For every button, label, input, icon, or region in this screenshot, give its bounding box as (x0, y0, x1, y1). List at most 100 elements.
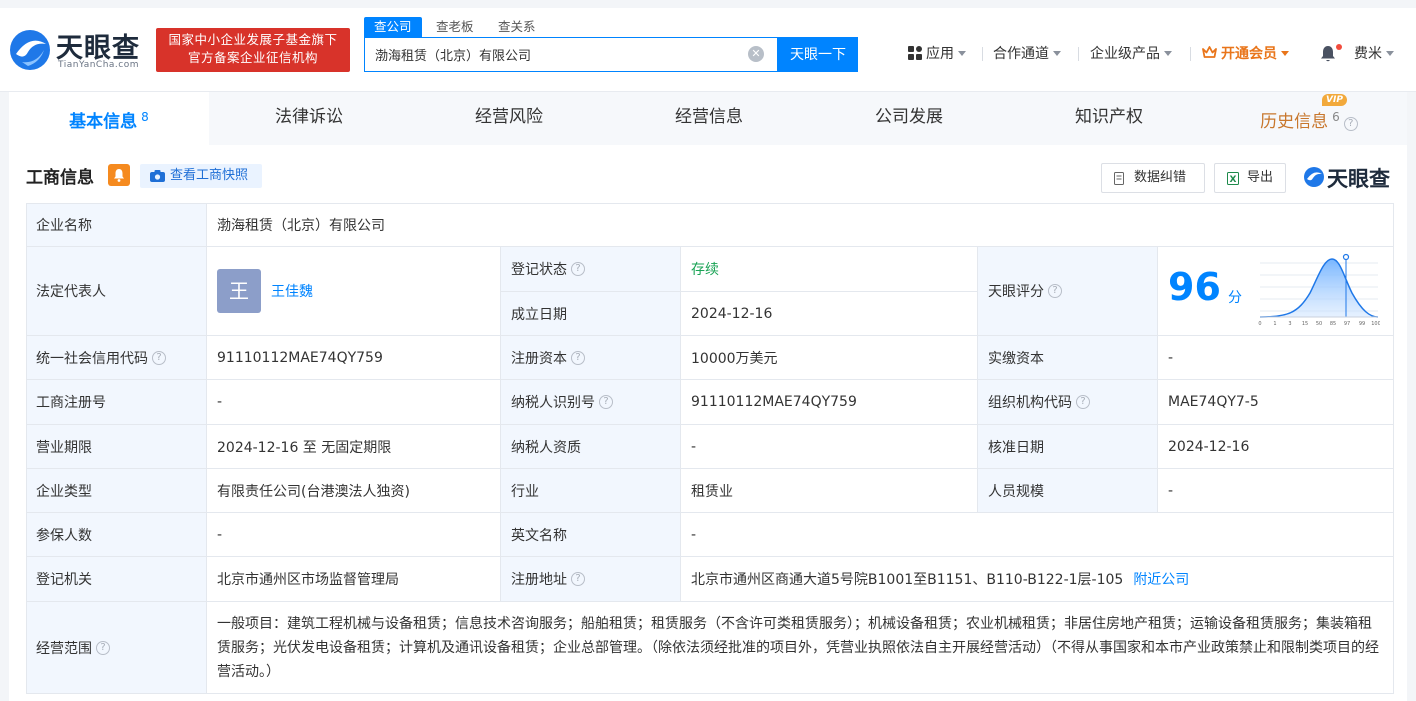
value-term: 2024-12-16 至 无固定期限 (207, 425, 501, 469)
site-logo[interactable]: 天眼查 TianYanCha.com (8, 26, 148, 74)
score-unit: 分 (1228, 290, 1242, 306)
label-type: 企业类型 (26, 469, 207, 513)
chevron-down-icon (1386, 51, 1394, 56)
value-address: 北京市通州区商通大道5号院B1001至B1151、B110-B122-1层-10… (681, 557, 1394, 602)
tab-history[interactable]: VIP 历史信息 6? (1209, 92, 1409, 145)
help-icon[interactable]: ? (571, 572, 585, 586)
value-legal-rep: 王 王佳魏 (207, 247, 501, 336)
value-insured: - (207, 513, 501, 557)
watermark-logo: 天眼查 (1303, 163, 1403, 191)
svg-text:X: X (1230, 175, 1237, 185)
tab-development[interactable]: 公司发展 (809, 92, 1009, 145)
value-company-name: 渤海租赁（北京）有限公司 (207, 203, 1394, 247)
search-tab-boss[interactable]: 查老板 (426, 17, 484, 37)
value-org-code: MAE74QY7-5 (1158, 380, 1394, 425)
camera-icon (150, 170, 165, 182)
label-text: 经营范围 (36, 640, 92, 657)
score-axis-tick: 99 (1359, 321, 1365, 327)
business-info-card: 工商信息 查看工商快照 数据纠错 X 导出 天眼查 企业名称 渤海租赁（北京）有… (9, 145, 1407, 701)
label-credit-code: 统一社会信用代码? (26, 336, 207, 380)
help-icon[interactable]: ? (96, 640, 110, 655)
export-label: 导出 (1247, 170, 1274, 185)
data-correction-label: 数据纠错 (1134, 170, 1187, 185)
value-industry: 租赁业 (681, 469, 978, 513)
tab-operation[interactable]: 经营信息 (609, 92, 809, 145)
label-reg-status: 登记状态? (501, 247, 681, 292)
document-edit-icon (1114, 172, 1124, 185)
value-type: 有限责任公司(台港澳法人独资) (207, 469, 501, 513)
nav-user[interactable]: 费米 (1354, 43, 1394, 65)
clear-icon[interactable]: ✕ (748, 46, 764, 62)
help-icon[interactable]: ? (571, 262, 585, 276)
company-tabs: 基本信息 8 法律诉讼 经营风险 经营信息 公司发展 知识产权 VIP 历史信息 6… (9, 92, 1407, 145)
subscribe-button[interactable] (108, 164, 130, 186)
chevron-down-icon (1281, 51, 1289, 56)
nav-enterprise[interactable]: 企业级产品 (1090, 43, 1172, 65)
search-tab-relation[interactable]: 查关系 (488, 17, 546, 37)
score-number: 96 (1168, 265, 1221, 309)
score-distribution-curve: 0 1 3 15 50 85 97 99 100 (1258, 253, 1380, 327)
value-reg-status: 存续 (681, 247, 978, 292)
search-input[interactable] (375, 38, 735, 71)
score-widget: 96 分 0 1 3 15 50 85 97 99 100 (1158, 247, 1392, 335)
tianyancha-logo-icon (10, 30, 50, 70)
value-en-name: - (681, 513, 1394, 557)
tab-risk[interactable]: 经营风险 (409, 92, 609, 145)
nearby-companies-link[interactable]: 附近公司 (1133, 569, 1189, 589)
export-button[interactable]: X 导出 (1214, 163, 1286, 193)
value-authority: 北京市通州区市场监督管理局 (207, 557, 501, 602)
search-button[interactable]: 天眼一下 (778, 37, 858, 72)
help-icon[interactable]: ? (1048, 284, 1062, 298)
label-org-code: 组织机构代码? (978, 380, 1158, 425)
help-icon[interactable]: ? (1076, 395, 1090, 409)
label-authority: 登记机关 (26, 557, 207, 602)
top-header: 天眼查 TianYanCha.com 国家中小企业发展子基金旗下 官方备案企业征… (0, 0, 1416, 92)
value-approve-date: 2024-12-16 (1158, 425, 1394, 469)
label-industry: 行业 (501, 469, 681, 513)
label-taxpayer-qual: 纳税人资质 (501, 425, 681, 469)
section-title: 工商信息 (26, 168, 94, 188)
value-est-date: 2024-12-16 (681, 292, 978, 336)
label-paid-capital: 实缴资本 (978, 336, 1158, 380)
snapshot-button[interactable]: 查看工商快照 (140, 164, 262, 188)
help-icon[interactable]: ? (1343, 117, 1358, 131)
search-box: ✕ (364, 37, 778, 72)
tab-basic-info[interactable]: 基本信息 8 (9, 92, 209, 145)
nav-apps[interactable]: 应用 (908, 43, 966, 65)
help-icon[interactable]: ? (571, 350, 585, 365)
chevron-down-icon (958, 51, 966, 56)
bell-icon[interactable] (1320, 45, 1336, 63)
vip-badge: VIP (1322, 94, 1347, 106)
tab-count: 6 (1332, 110, 1340, 124)
value-credit-code: 91110112MAE74QY759 (207, 336, 501, 380)
legal-rep-link[interactable]: 王佳魏 (271, 281, 313, 301)
label-text: 注册资本 (511, 350, 567, 367)
nav-vip[interactable]: 开通会员 (1202, 43, 1289, 65)
help-icon[interactable]: ? (152, 350, 166, 365)
value-reg-capital: 10000万美元 (681, 336, 978, 380)
tab-label: 历史信息 (1260, 112, 1329, 132)
snapshot-button-label: 查看工商快照 (170, 168, 249, 183)
value-score[interactable]: 96 分 0 1 3 15 50 85 97 99 100 (1158, 247, 1394, 336)
label-en-name: 英文名称 (501, 513, 681, 557)
value-paid-capital: - (1158, 336, 1394, 380)
score-axis-tick: 97 (1344, 321, 1350, 327)
tab-ip[interactable]: 知识产权 (1009, 92, 1209, 145)
nav-channels[interactable]: 合作通道 (993, 43, 1061, 65)
value-reg-no: - (207, 380, 501, 425)
official-banner[interactable]: 国家中小企业发展子基金旗下 官方备案企业征信机构 (156, 28, 350, 72)
banner-line-2: 官方备案企业征信机构 (187, 50, 318, 65)
label-insured: 参保人数 (26, 513, 207, 557)
nav-vip-label: 开通会员 (1221, 46, 1277, 62)
data-correction-button[interactable]: 数据纠错 (1101, 163, 1205, 193)
avatar[interactable]: 王 (217, 269, 261, 313)
crown-icon (1202, 46, 1217, 58)
score-axis-tick: 50 (1316, 321, 1322, 327)
banner-line-1: 国家中小企业发展子基金旗下 (168, 32, 338, 47)
search-tab-company[interactable]: 查公司 (364, 17, 422, 37)
tab-legal[interactable]: 法律诉讼 (209, 92, 409, 145)
help-icon[interactable]: ? (599, 395, 613, 409)
tab-label: 经营风险 (475, 107, 543, 127)
label-text: 组织机构代码 (988, 395, 1072, 411)
tab-label: 知识产权 (1075, 107, 1143, 127)
